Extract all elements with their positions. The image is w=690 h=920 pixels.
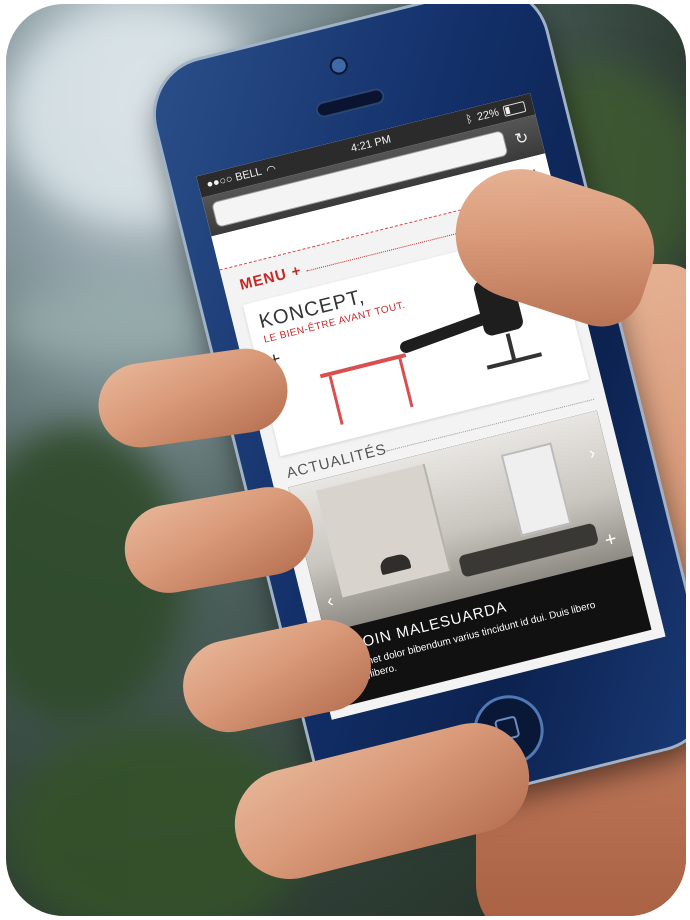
earpiece [314,86,387,120]
reload-icon[interactable]: ↻ [509,126,535,151]
door [500,442,572,537]
desk-leg [398,358,414,408]
battery-icon [502,100,527,117]
battery-fill [504,106,511,115]
chair-post [505,333,517,362]
battery-percent: 22% [475,106,501,124]
front-camera [327,54,350,77]
background-photo: ●●○○ BELL ◠ 4:21 PM ᛒ 22% ↻ ⌕ [6,4,686,916]
desk-illustration [319,353,407,379]
menu-button[interactable]: MENU + [238,262,303,294]
bokeh-street [6,284,206,364]
wall-panel [315,463,452,598]
news-photo [288,410,634,633]
man-legs [398,311,491,355]
bluetooth-icon: ᛒ [464,113,475,127]
wifi-icon: ◠ [265,162,278,177]
desk-leg [328,375,344,425]
